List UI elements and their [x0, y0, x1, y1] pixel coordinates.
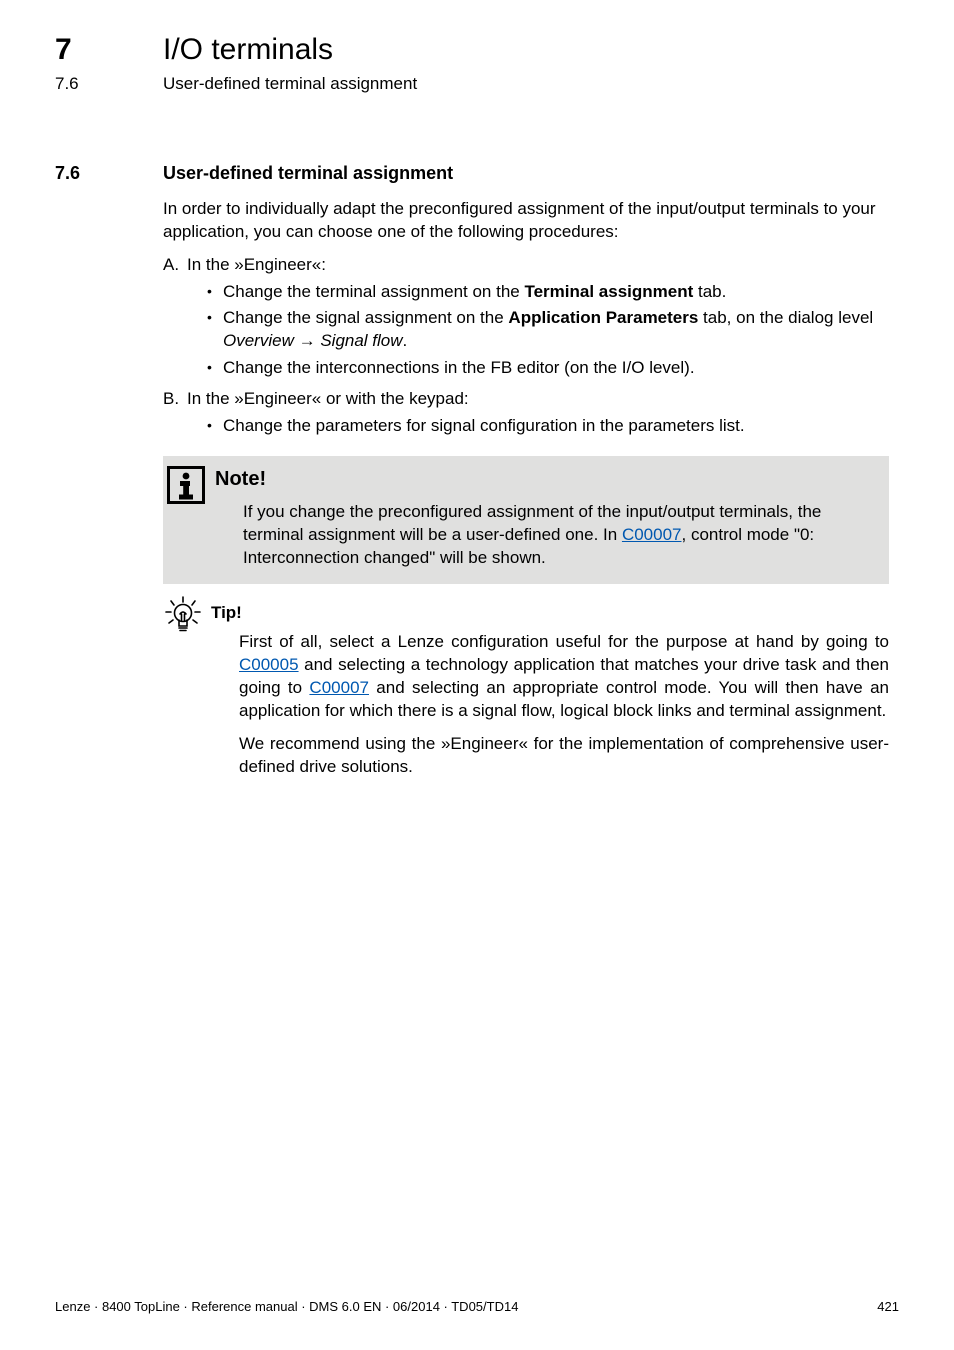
arrow-icon: → [299, 330, 316, 353]
footer-page-number: 421 [877, 1298, 899, 1316]
link-c00007[interactable]: C00007 [622, 525, 682, 544]
list-item-b: B. In the »Engineer« or with the keypad:… [163, 388, 889, 442]
tip-p2: We recommend using the »Engineer« for th… [239, 733, 889, 779]
bullet-icon: • [207, 307, 223, 353]
tip-p1-a: First of all, select a Lenze configurati… [239, 632, 889, 651]
section-number-header: 7.6 [55, 73, 163, 96]
list-item: • Change the parameters for signal confi… [207, 415, 889, 438]
list-b-label: In the »Engineer« or with the keypad: [187, 389, 469, 408]
list-a-label: In the »Engineer«: [187, 255, 326, 274]
list-item: • Change the terminal assignment on the … [207, 281, 889, 304]
text: tab, on the dialog level [698, 308, 873, 327]
bullet-icon: • [207, 357, 223, 380]
section-title-header: User-defined terminal assignment [163, 73, 417, 96]
chapter-title: I/O terminals [163, 30, 333, 71]
text-bold: Terminal assignment [524, 282, 693, 301]
section-number: 7.6 [55, 161, 163, 185]
list-item: • Change the signal assignment on the Ap… [207, 307, 889, 353]
text: Change the interconnections in the FB ed… [223, 358, 695, 377]
intro-paragraph: In order to individually adapt the preco… [163, 198, 889, 244]
bullet-icon: • [207, 415, 223, 438]
text-bold: Application Parameters [508, 308, 698, 327]
tip-title: Tip! [211, 602, 889, 625]
note-title: Note! [215, 466, 871, 493]
text: Change the signal assignment on the [223, 308, 508, 327]
text-italic: Signal flow [320, 331, 402, 350]
note-box: Note! If you change the preconfigured as… [163, 456, 889, 584]
divider-dashes: _ _ _ _ _ _ _ _ _ _ _ _ _ _ _ _ _ _ _ _ … [55, 123, 899, 139]
link-c00007-tip[interactable]: C00007 [309, 678, 369, 697]
list-item: • Change the interconnections in the FB … [207, 357, 889, 380]
footer-left: Lenze · 8400 TopLine · Reference manual … [55, 1298, 518, 1316]
text-italic: Overview [223, 331, 294, 350]
tip-box: Tip! First of all, select a Lenze config… [163, 596, 889, 789]
text: Change the parameters for signal configu… [223, 416, 745, 435]
text: . [403, 331, 408, 350]
lightbulb-icon [163, 596, 211, 789]
list-marker: B. [163, 388, 187, 442]
list-marker: A. [163, 254, 187, 385]
link-c00005[interactable]: C00005 [239, 655, 299, 674]
list-item-a: A. In the »Engineer«: • Change the termi… [163, 254, 889, 385]
info-icon [163, 466, 215, 570]
text: tab. [693, 282, 726, 301]
bullet-icon: • [207, 281, 223, 304]
text: Change the terminal assignment on the [223, 282, 524, 301]
section-title: User-defined terminal assignment [163, 161, 453, 185]
chapter-number: 7 [55, 30, 163, 71]
